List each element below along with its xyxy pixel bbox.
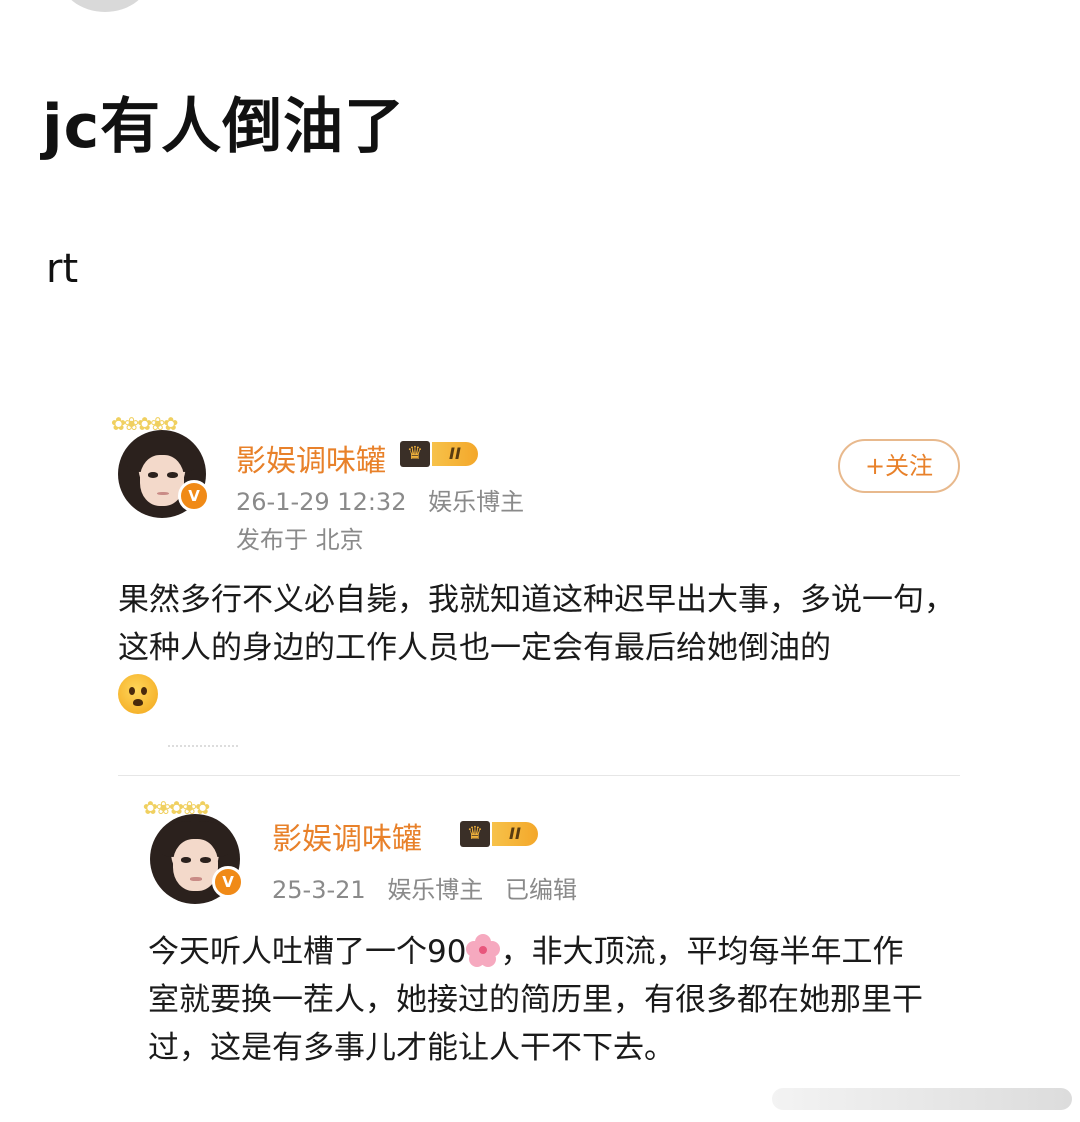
author-tag: 娱乐博主: [387, 876, 484, 904]
avatar[interactable]: ✿❀✿❀✿ V: [143, 798, 244, 904]
timestamp: 26-1-29 12:32: [236, 488, 407, 516]
crown-icon: ♛: [460, 821, 490, 847]
timestamp: 25-3-21: [272, 876, 366, 904]
username[interactable]: 影娱调味罐: [272, 814, 422, 858]
post-meta: 26-1-29 12:32 娱乐博主: [236, 482, 538, 517]
location: 发布于 北京: [236, 526, 364, 554]
dotted-separator: [168, 745, 238, 751]
post-body: rt: [46, 246, 79, 292]
member-crown-badge: ♛ II: [400, 438, 478, 470]
weibo-text: 今天听人吐槽了一个90 ，非大顶流，平均每半年工作室就要换一茬人，她接过的简历里，…: [148, 928, 928, 1072]
frowning-face-emoji-icon: [118, 674, 158, 714]
weibo-text-content: 果然多行不义必自毙，我就知道这种迟早出大事，多说一句，这种人的身边的工作人员也一…: [118, 582, 955, 666]
author-tag: 娱乐博主: [428, 488, 525, 516]
level-badge: II: [432, 442, 478, 466]
username[interactable]: 影娱调味罐: [236, 436, 386, 480]
scroll-indicator: [772, 1088, 1072, 1110]
weibo-text-part1: 今天听人吐槽了一个90: [148, 934, 467, 970]
verified-badge-icon: V: [178, 480, 210, 512]
avatar[interactable]: ✿❀✿❀✿ V: [111, 414, 210, 518]
member-crown-badge: ♛ II: [460, 818, 538, 850]
weibo-text: 果然多行不义必自毙，我就知道这种迟早出大事，多说一句，这种人的身边的工作人员也一…: [118, 576, 968, 720]
cherry-blossom-emoji-icon: [466, 934, 501, 968]
edited-label: 已编辑: [504, 876, 577, 904]
verified-badge-icon: V: [212, 866, 244, 898]
post-title: jc有人倒油了: [42, 92, 406, 162]
level-badge: II: [492, 822, 538, 846]
follow-button[interactable]: +关注: [838, 439, 960, 493]
divider: [118, 775, 960, 776]
top-avatar[interactable]: [60, 0, 150, 12]
crown-icon: ♛: [400, 441, 430, 467]
post-meta: 25-3-21 娱乐博主 已编辑: [272, 870, 591, 905]
